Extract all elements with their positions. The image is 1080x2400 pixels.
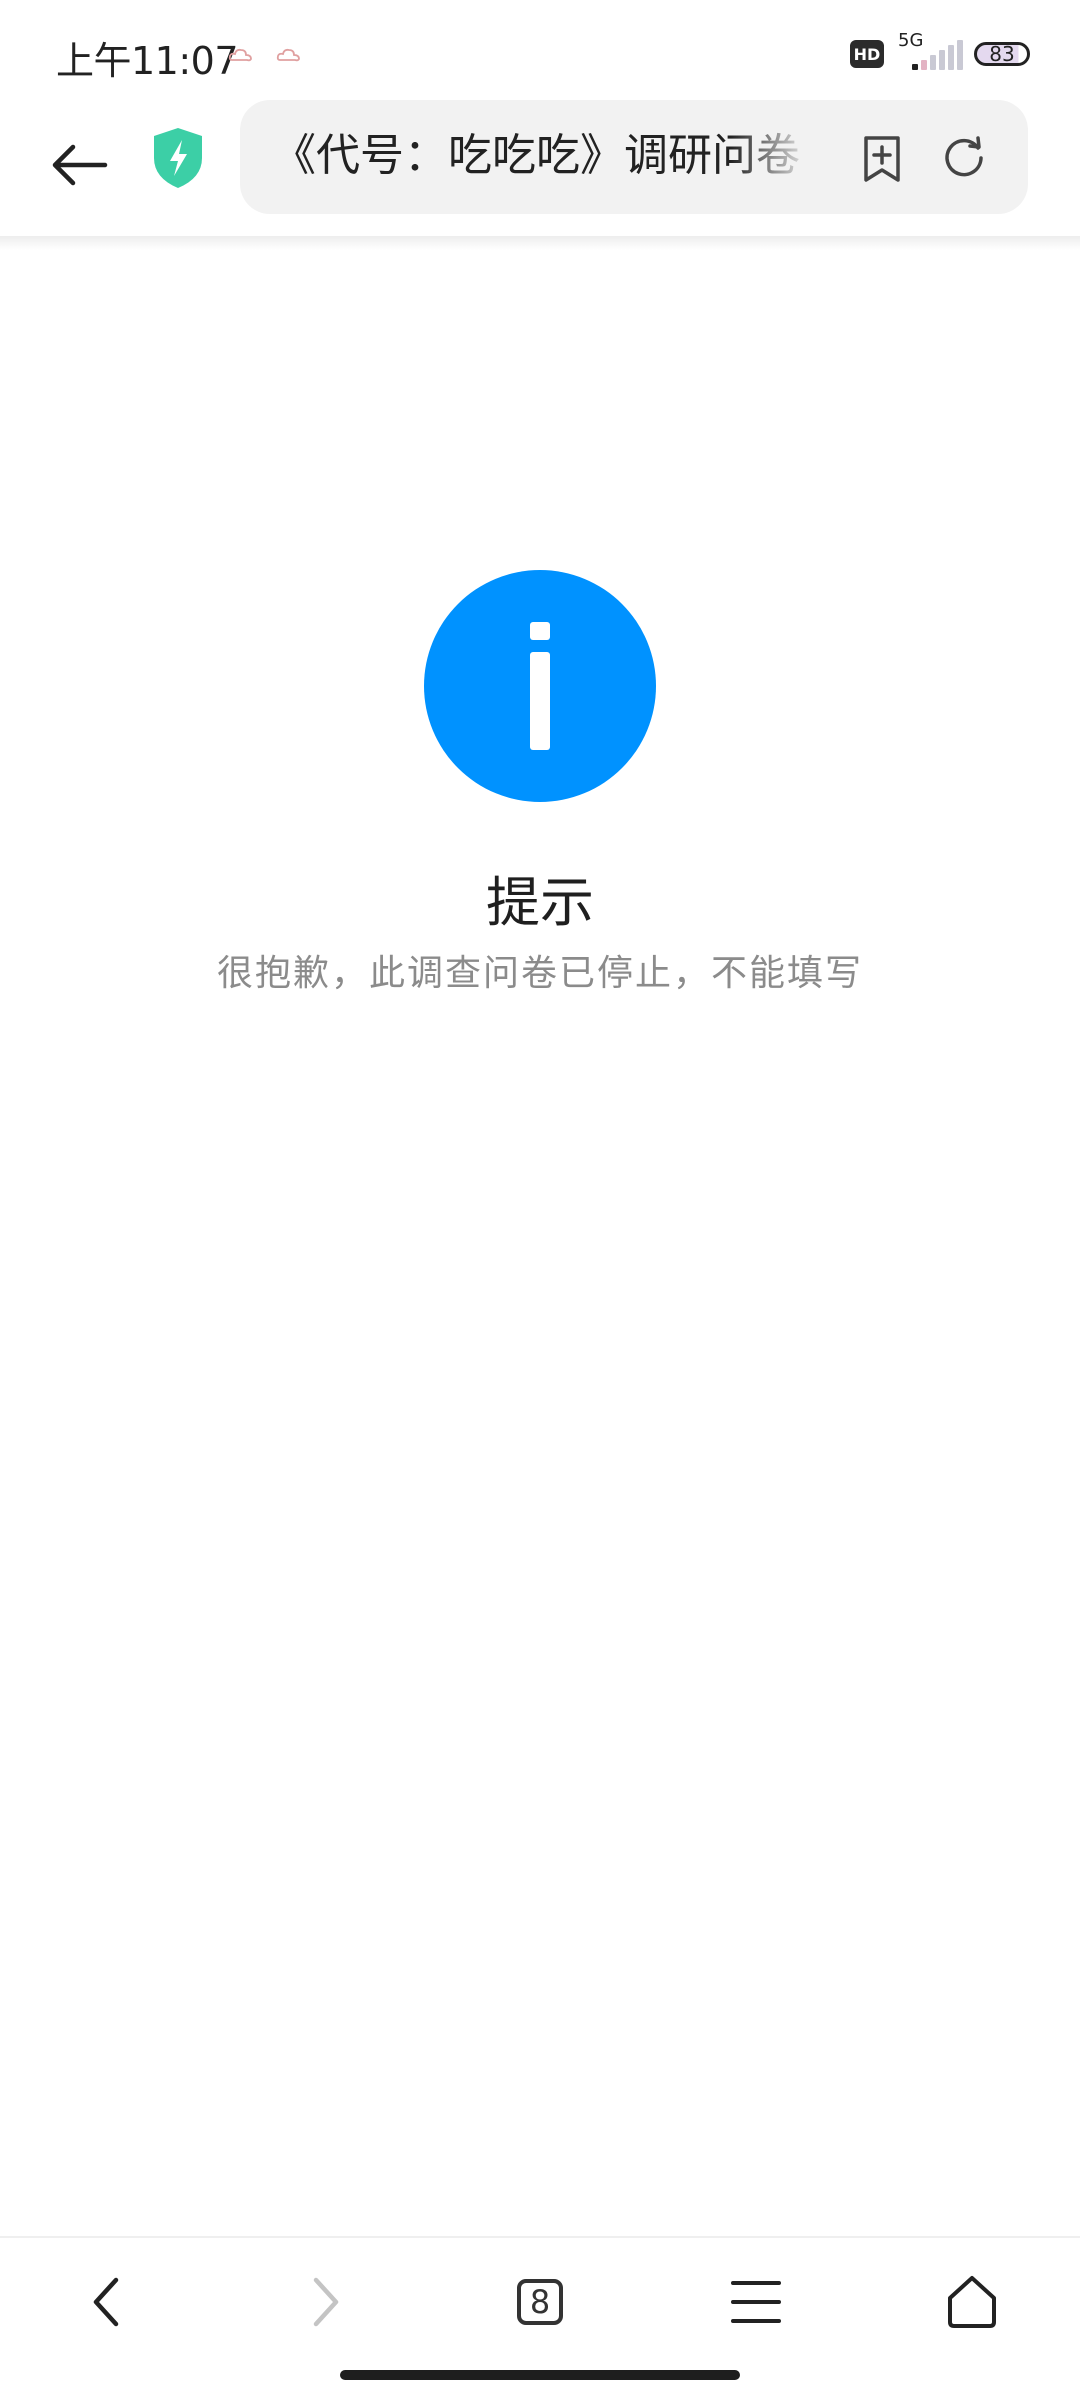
gesture-bar[interactable] [340, 2370, 740, 2380]
home-button[interactable] [932, 2262, 1012, 2342]
signal-bars-icon [912, 40, 963, 70]
refresh-icon[interactable] [940, 134, 988, 182]
notification-cloud-icon [228, 48, 252, 62]
chevron-left-icon [93, 2277, 119, 2327]
message-title: 提示 [486, 871, 594, 934]
notification-cloud-icon [276, 48, 300, 62]
info-icon-stem [530, 652, 550, 750]
info-icon-dot [530, 622, 550, 640]
nav-back-button[interactable] [66, 2262, 146, 2342]
toolbar-shadow [0, 236, 1080, 250]
status-bar: 上午11:07 HD 5G 83 [0, 0, 1080, 100]
tabs-button[interactable]: 8 [500, 2262, 580, 2342]
arrow-left-icon [52, 144, 108, 186]
browser-bottom-nav: 8 [0, 2238, 1080, 2358]
nav-forward-button[interactable] [286, 2262, 366, 2342]
signal-indicator: 5G [898, 30, 963, 74]
message-text: 很抱歉，此调查问卷已停止，不能填写 [216, 953, 863, 994]
browser-toolbar: 《代号：吃吃吃》调研问卷 [0, 100, 1080, 236]
page-title-url[interactable]: 《代号：吃吃吃》调研问卷 [272, 126, 812, 186]
hd-badge: HD [850, 40, 884, 68]
bookmark-add-icon[interactable] [858, 134, 906, 184]
back-button[interactable] [44, 130, 114, 200]
hamburger-menu-icon [731, 2281, 781, 2323]
home-icon [948, 2276, 996, 2328]
status-time: 上午11:07 [56, 39, 239, 83]
security-shield-icon[interactable] [150, 126, 206, 190]
status-indicators: HD 5G 83 [850, 30, 1030, 74]
info-icon [424, 570, 656, 802]
address-bar[interactable]: 《代号：吃吃吃》调研问卷 [240, 100, 1028, 214]
menu-button[interactable] [716, 2262, 796, 2342]
chevron-right-icon [313, 2277, 339, 2327]
battery-icon: 83 [974, 42, 1030, 66]
tabs-count: 8 [517, 2279, 563, 2325]
battery-level: 83 [989, 42, 1015, 66]
